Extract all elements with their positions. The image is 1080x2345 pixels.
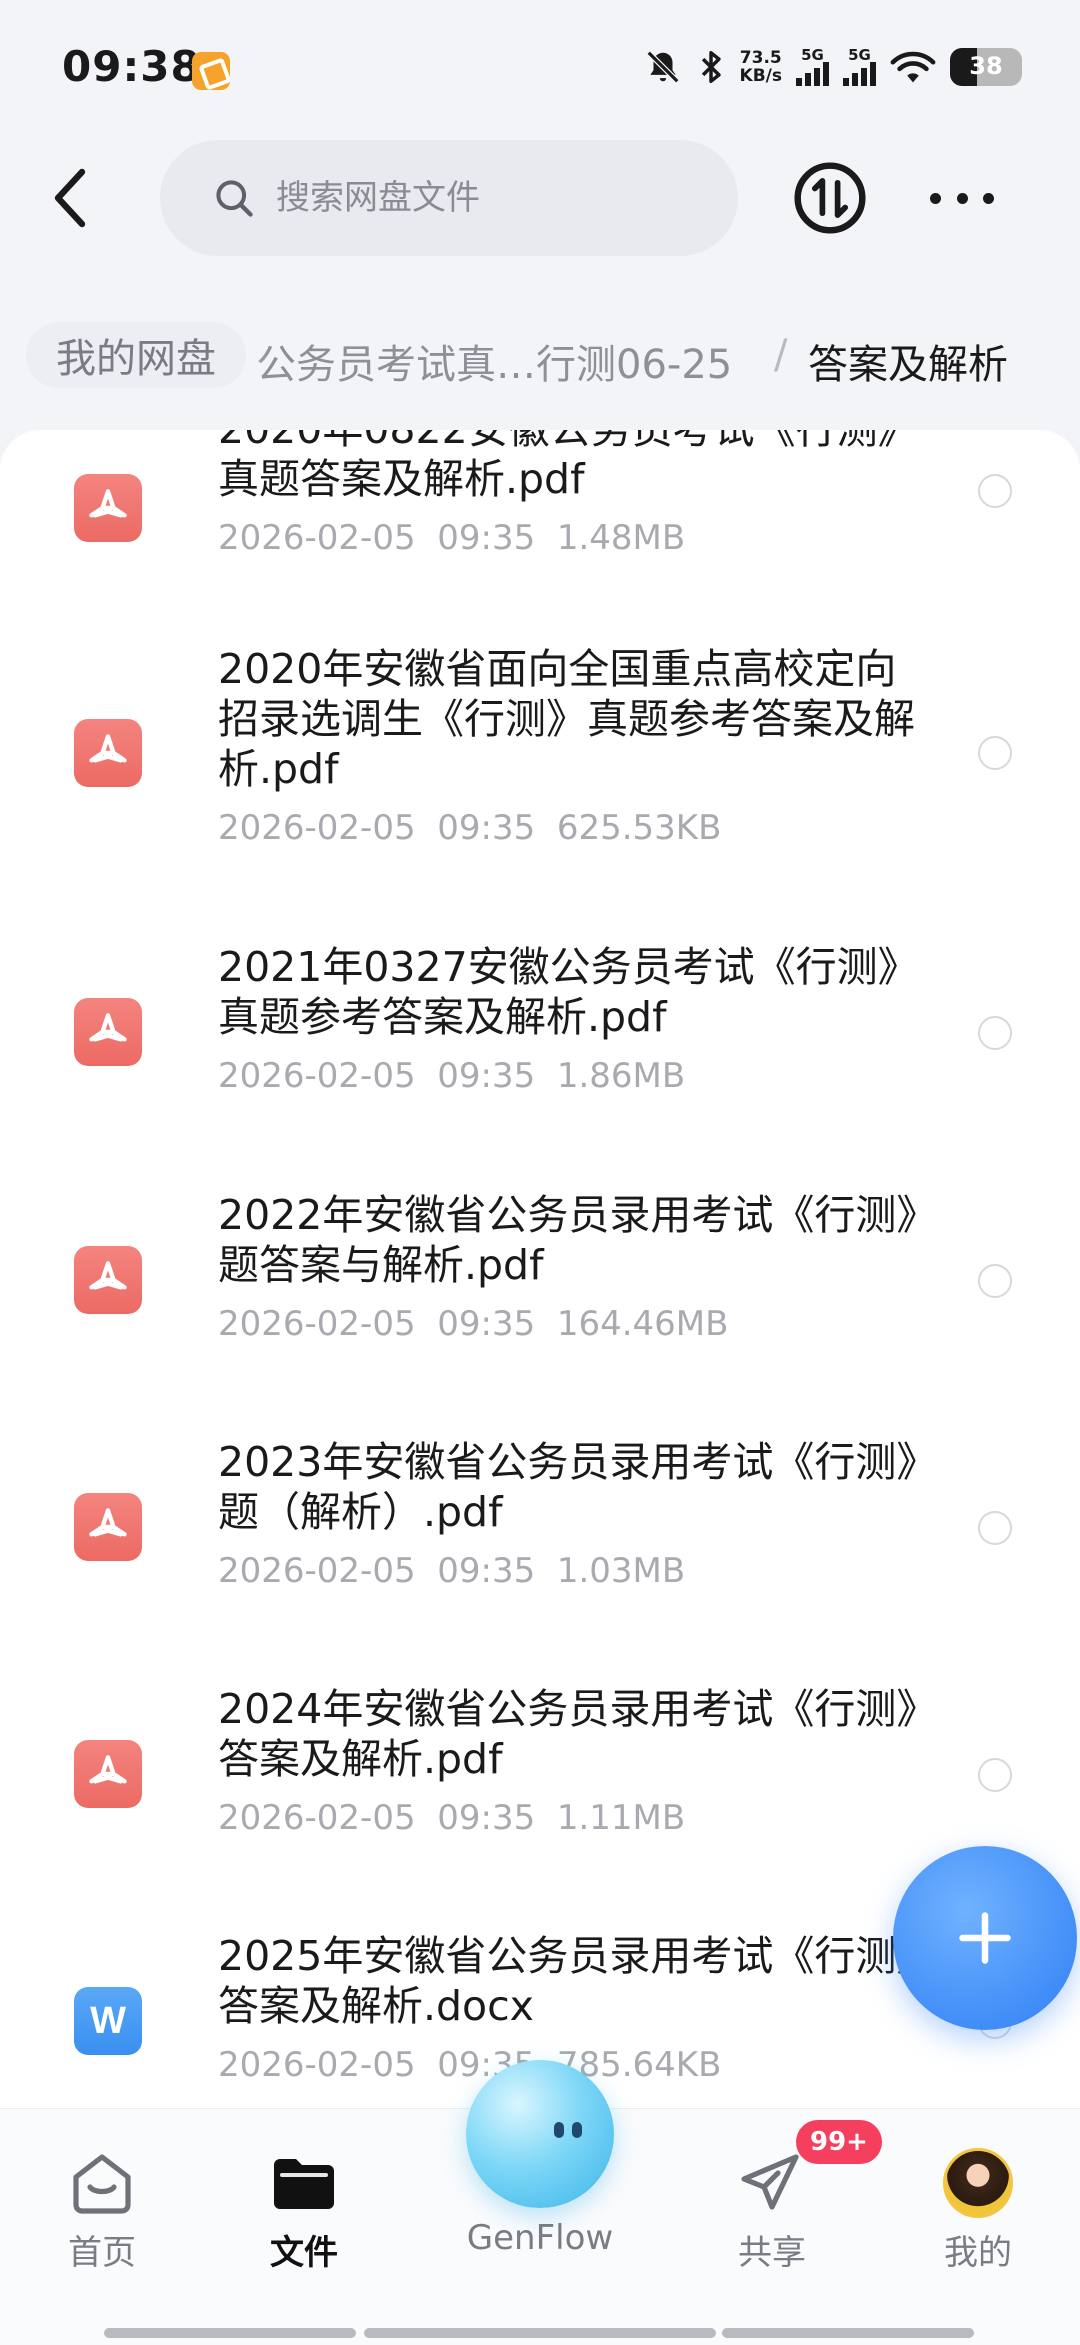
file-name: 2024年安徽省公务员录用考试《行测》答案及解析.pdf	[218, 1685, 917, 1783]
pdf-file-icon	[74, 1246, 142, 1314]
pdf-file-icon	[74, 474, 142, 542]
file-row[interactable]: 2023年安徽省公务员录用考试《行测》题（解析）.pdf 2026-02-05 …	[0, 1437, 1080, 1637]
add-button[interactable]	[893, 1846, 1077, 2030]
breadcrumb-current: 答案及解析	[808, 342, 1008, 388]
select-radio[interactable]	[978, 1511, 1012, 1545]
file-meta: 2026-02-05 09:35 1.03MB	[218, 1551, 686, 1591]
word-file-icon: W	[74, 1987, 142, 2055]
file-meta: 2026-02-05 09:35 1.11MB	[218, 1798, 686, 1838]
genflow-button[interactable]	[466, 2060, 614, 2208]
app-notification-icon	[192, 52, 230, 90]
gesture-bar	[364, 2328, 716, 2338]
gesture-bar	[722, 2328, 974, 2338]
file-meta: 2026-02-05 09:35 164.46MB	[218, 1304, 729, 1344]
file-row[interactable]: 2021年0327安徽公务员考试《行测》真题参考答案及解析.pdf 2026-0…	[0, 942, 1080, 1142]
search-icon	[216, 180, 253, 217]
select-radio[interactable]	[978, 1264, 1012, 1298]
status-bar: 09:38 73.5 KB/s 5G 5G 38	[0, 0, 1080, 140]
bluetooth-icon	[701, 51, 721, 83]
select-radio[interactable]	[978, 474, 1012, 508]
transfer-icon	[794, 162, 866, 234]
file-row[interactable]: 2022年安徽省公务员录用考试《行测》题答案与解析.pdf 2026-02-05…	[0, 1190, 1080, 1390]
select-radio[interactable]	[978, 1758, 1012, 1792]
nav-mine[interactable]: 我的	[898, 2145, 1058, 2274]
breadcrumb-parent[interactable]: 公务员考试真…行测06-25	[256, 332, 732, 390]
pdf-file-icon	[74, 719, 142, 787]
avatar	[943, 2148, 1013, 2218]
more-options-button[interactable]	[930, 180, 994, 216]
file-row[interactable]: 2024年安徽省公务员录用考试《行测》答案及解析.pdf 2026-02-05 …	[0, 1684, 1080, 1884]
battery-icon: 38	[950, 48, 1022, 86]
nav-genflow-label: GenFlow	[466, 2218, 614, 2258]
paper-plane-icon	[741, 2154, 799, 2210]
nav-share[interactable]: 共享	[692, 2145, 852, 2274]
net-speed: 73.5 KB/s	[739, 48, 782, 86]
search-bar[interactable]	[160, 140, 738, 256]
file-name: 2023年安徽省公务员录用考试《行测》题（解析）.pdf	[218, 1438, 917, 1536]
gesture-bar	[104, 2328, 356, 2338]
folder-icon	[274, 2159, 334, 2209]
breadcrumb-separator: /	[774, 332, 788, 378]
file-row[interactable]: 2020年0822安徽公务员考试《行测》真题答案及解析.pdf 2026-02-…	[0, 430, 1080, 610]
status-time: 09:38	[62, 42, 201, 91]
back-button[interactable]	[40, 160, 100, 236]
file-meta: 2026-02-05 09:35 785.64KB	[218, 2045, 722, 2085]
file-row[interactable]: 2020年安徽省面向全国重点高校定向招录选调生《行测》真题参考答案及解析.pdf…	[0, 640, 1080, 880]
pdf-file-icon	[74, 998, 142, 1066]
dot-icon	[956, 192, 968, 204]
file-meta: 2026-02-05 09:35 1.48MB	[218, 518, 686, 558]
file-name: 2022年安徽省公务员录用考试《行测》题答案与解析.pdf	[218, 1191, 917, 1289]
chevron-left-icon	[54, 168, 86, 228]
file-name: 2020年0822安徽公务员考试《行测》真题答案及解析.pdf	[218, 430, 898, 503]
pdf-file-icon	[74, 1740, 142, 1808]
file-meta: 2026-02-05 09:35 625.53KB	[218, 808, 722, 848]
status-icons: 73.5 KB/s 5G 5G 38	[644, 48, 1022, 86]
file-name: 2021年0327安徽公务员考试《行测》真题参考答案及解析.pdf	[218, 943, 899, 1041]
signal-sim1-icon: 5G	[796, 48, 829, 86]
home-icon	[73, 2154, 131, 2214]
dot-icon	[983, 192, 994, 204]
wifi-icon	[890, 51, 936, 83]
file-name: 2020年安徽省面向全国重点高校定向招录选调生《行测》真题参考答案及解析.pdf	[218, 645, 915, 793]
nav-files[interactable]: 文件	[224, 2145, 384, 2274]
plus-icon	[959, 1912, 1011, 1964]
breadcrumb-root[interactable]: 我的网盘	[26, 322, 246, 388]
select-radio[interactable]	[978, 1016, 1012, 1050]
share-badge: 99+	[796, 2120, 882, 2164]
breadcrumb: 我的网盘 公务员考试真…行测06-25 / 答案及解析	[0, 300, 1080, 410]
file-meta: 2026-02-05 09:35 1.86MB	[218, 1056, 686, 1096]
file-name: 2025年安徽省公务员录用考试《行测》答案及解析.docx	[218, 1932, 917, 2030]
nav-home[interactable]: 首页	[22, 2145, 182, 2274]
search-input[interactable]	[276, 178, 676, 218]
signal-sim2-icon: 5G	[843, 48, 876, 86]
mute-bell-icon	[646, 50, 679, 84]
select-radio[interactable]	[978, 736, 1012, 770]
transfer-button[interactable]	[792, 160, 868, 236]
dot-icon	[930, 192, 941, 204]
pdf-file-icon	[74, 1493, 142, 1561]
